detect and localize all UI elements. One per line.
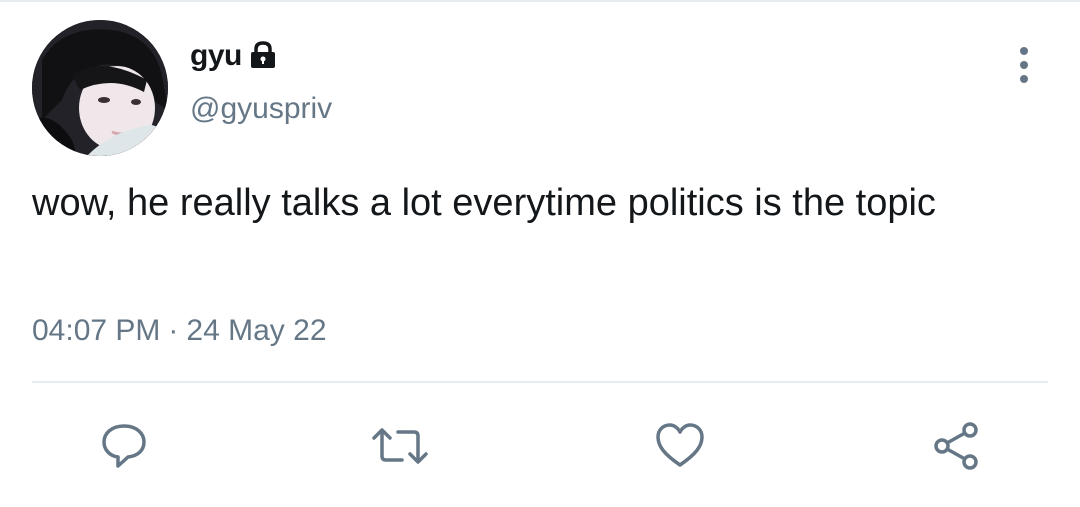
tweet-date: 24 May 22 bbox=[186, 314, 327, 347]
author-name-row: gyu bbox=[190, 36, 278, 75]
tweet-timestamp[interactable]: 04:07 PM · 24 May 22 bbox=[32, 314, 327, 348]
avatar[interactable] bbox=[32, 20, 168, 156]
avatar-photo bbox=[32, 20, 168, 156]
meta-separator: · bbox=[168, 314, 179, 347]
heart-icon bbox=[656, 423, 704, 467]
tweet-text: wow, he really talks a lot everytime pol… bbox=[32, 182, 936, 224]
share-button[interactable] bbox=[930, 420, 982, 472]
actions-divider bbox=[32, 381, 1048, 383]
reply-icon bbox=[102, 424, 146, 468]
share-icon bbox=[934, 422, 978, 470]
reply-button[interactable] bbox=[98, 420, 150, 472]
like-button[interactable] bbox=[654, 420, 706, 472]
user-handle[interactable]: @gyuspriv bbox=[190, 92, 332, 126]
tweet-time: 04:07 PM bbox=[32, 314, 161, 347]
retweet-icon bbox=[372, 428, 428, 464]
display-name[interactable]: gyu bbox=[190, 39, 242, 73]
top-divider bbox=[0, 0, 1080, 2]
retweet-button[interactable] bbox=[368, 420, 428, 472]
more-vertical-icon[interactable] bbox=[1008, 44, 1040, 86]
lock-icon bbox=[248, 40, 278, 75]
